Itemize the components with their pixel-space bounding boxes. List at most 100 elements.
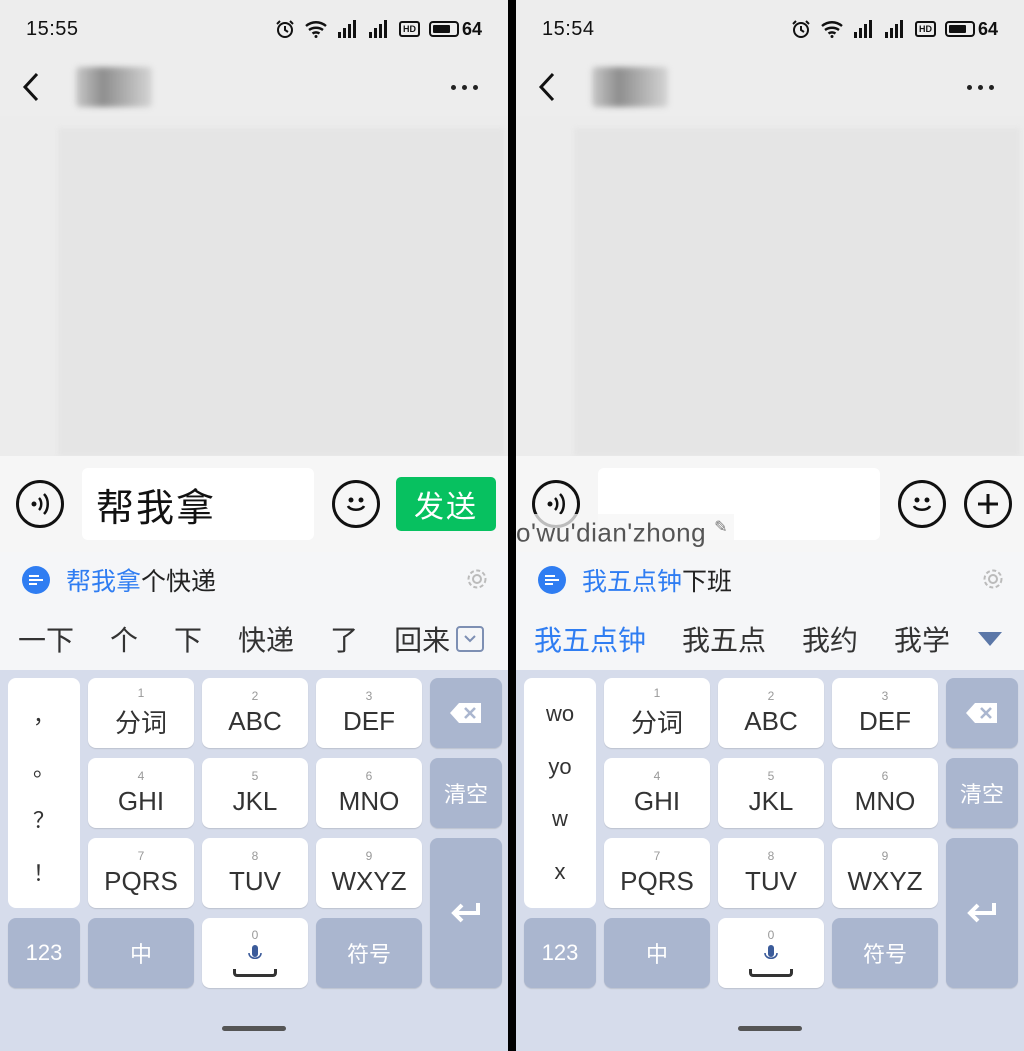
backspace-key[interactable] (430, 678, 502, 748)
candidate-item[interactable]: 我五点 (664, 619, 784, 659)
key-1[interactable]: 1 分词 (88, 678, 194, 748)
send-button[interactable]: 发送 (396, 477, 496, 531)
side-key[interactable]: x (555, 859, 566, 885)
message-input-bar: 帮我拿 发送 (0, 456, 508, 552)
symbols-key[interactable]: 符号 (316, 918, 422, 988)
contact-name-blurred (592, 67, 668, 107)
status-bar: 15:55 HD 64 (0, 0, 508, 58)
key-3[interactable]: 3 DEF (316, 678, 422, 748)
ai-suggestion-bar[interactable]: 我五点钟 下班 (516, 552, 1024, 608)
key-6[interactable]: 6 MNO (316, 758, 422, 828)
candidate-item[interactable]: 个 (92, 619, 156, 659)
t9-keyboard: wo yo w x 1 分词 2 ABC 3 DEF 4 GHI 5 JKL 6 MNO 清… (516, 670, 1024, 1051)
enter-key[interactable] (946, 838, 1018, 988)
lang-switch-key[interactable]: 中 (604, 918, 710, 988)
chat-header (0, 58, 508, 116)
symbols-key[interactable]: 符号 (832, 918, 938, 988)
lang-switch-key[interactable]: 中 (88, 918, 194, 988)
emoji-button[interactable] (332, 480, 380, 528)
side-key[interactable]: 。 (33, 751, 55, 783)
key-4[interactable]: 4 GHI (604, 758, 710, 828)
mic-icon (248, 945, 262, 960)
key-7[interactable]: 7 PQRS (88, 838, 194, 908)
edit-pencil-icon[interactable]: ✎ (714, 519, 728, 536)
status-bar: 15:54 HD 64 (516, 0, 1024, 58)
clear-key[interactable]: 清空 (946, 758, 1018, 828)
expand-candidates-icon[interactable] (978, 632, 1002, 646)
key-9[interactable]: 9 WXYZ (316, 838, 422, 908)
home-indicator[interactable] (738, 1026, 802, 1031)
candidate-item[interactable]: 了 (312, 619, 376, 659)
expand-candidates-button[interactable] (456, 626, 484, 652)
enter-key[interactable] (430, 838, 502, 988)
key-9[interactable]: 9 WXYZ (832, 838, 938, 908)
candidate-item[interactable]: 回来 (376, 619, 468, 659)
plus-icon (978, 494, 998, 514)
emoji-button[interactable] (898, 480, 946, 528)
clear-key[interactable]: 清空 (430, 758, 502, 828)
suggestion-highlight: 帮我拿 (66, 568, 142, 596)
signal-icon (337, 20, 359, 38)
side-key[interactable]: yo (548, 754, 571, 780)
emoji-icon (912, 497, 932, 511)
num-mode-key[interactable]: 123 (8, 918, 80, 988)
num-mode-key[interactable]: 123 (524, 918, 596, 988)
message-input[interactable]: 帮我拿 (82, 468, 314, 540)
side-key[interactable]: ？ (33, 803, 55, 835)
candidate-bar: 一下 个 下 快递 了 回来 (0, 608, 508, 670)
key-8[interactable]: 8 TUV (718, 838, 824, 908)
chat-message-area[interactable] (516, 116, 1024, 456)
signal-icon (853, 20, 875, 38)
suggestion-rest: 个快递 (141, 568, 217, 596)
candidate-item[interactable]: 我学 (876, 619, 968, 659)
candidate-bar: 我五点钟 我五点 我约 我学 (516, 608, 1024, 670)
punctuation-column: ， 。 ？ ！ (8, 678, 80, 908)
signal-icon (884, 20, 906, 38)
candidate-item[interactable]: 下 (156, 619, 220, 659)
ai-suggestion-bar[interactable]: 帮我拿 个快递 (0, 552, 508, 608)
pinyin-options-column: wo yo w x (524, 678, 596, 908)
suggestion-rest: 下班 (682, 568, 733, 596)
key-5[interactable]: 5 JKL (718, 758, 824, 828)
more-functions-button[interactable] (964, 480, 1012, 528)
side-key[interactable]: wo (546, 701, 574, 727)
more-options-button[interactable] (959, 79, 1002, 96)
emoji-icon (346, 497, 366, 511)
candidate-item[interactable]: 我五点钟 (516, 619, 664, 659)
home-indicator[interactable] (222, 1026, 286, 1031)
space-mic-key[interactable]: 0 (202, 918, 308, 988)
hd-icon: HD (398, 21, 420, 37)
key-7[interactable]: 7 PQRS (604, 838, 710, 908)
suggestion-highlight: 我五点钟 (582, 568, 683, 596)
space-bar-icon (233, 969, 277, 977)
back-button[interactable] (22, 69, 46, 105)
key-3[interactable]: 3 DEF (832, 678, 938, 748)
voice-icon (31, 493, 49, 515)
settings-gear-icon[interactable] (982, 568, 1004, 597)
ai-assist-icon (22, 566, 50, 594)
space-mic-key[interactable]: 0 (718, 918, 824, 988)
alarm-icon (275, 19, 295, 39)
wifi-icon (304, 20, 328, 38)
key-2[interactable]: 2 ABC (202, 678, 308, 748)
ai-assist-icon (538, 566, 566, 594)
settings-gear-icon[interactable] (466, 568, 488, 597)
candidate-item[interactable]: 一下 (0, 619, 92, 659)
side-key[interactable]: ！ (33, 856, 55, 888)
side-key[interactable]: ， (33, 698, 55, 730)
backspace-key[interactable] (946, 678, 1018, 748)
candidate-item[interactable]: 快递 (220, 619, 312, 659)
chat-message-area[interactable] (0, 116, 508, 456)
key-2[interactable]: 2 ABC (718, 678, 824, 748)
more-options-button[interactable] (443, 79, 486, 96)
key-8[interactable]: 8 TUV (202, 838, 308, 908)
key-1[interactable]: 1 分词 (604, 678, 710, 748)
back-button[interactable] (538, 69, 562, 105)
wifi-icon (820, 20, 844, 38)
key-4[interactable]: 4 GHI (88, 758, 194, 828)
candidate-item[interactable]: 我约 (784, 619, 876, 659)
side-key[interactable]: w (552, 806, 568, 832)
key-6[interactable]: 6 MNO (832, 758, 938, 828)
key-5[interactable]: 5 JKL (202, 758, 308, 828)
voice-button[interactable] (16, 480, 64, 528)
